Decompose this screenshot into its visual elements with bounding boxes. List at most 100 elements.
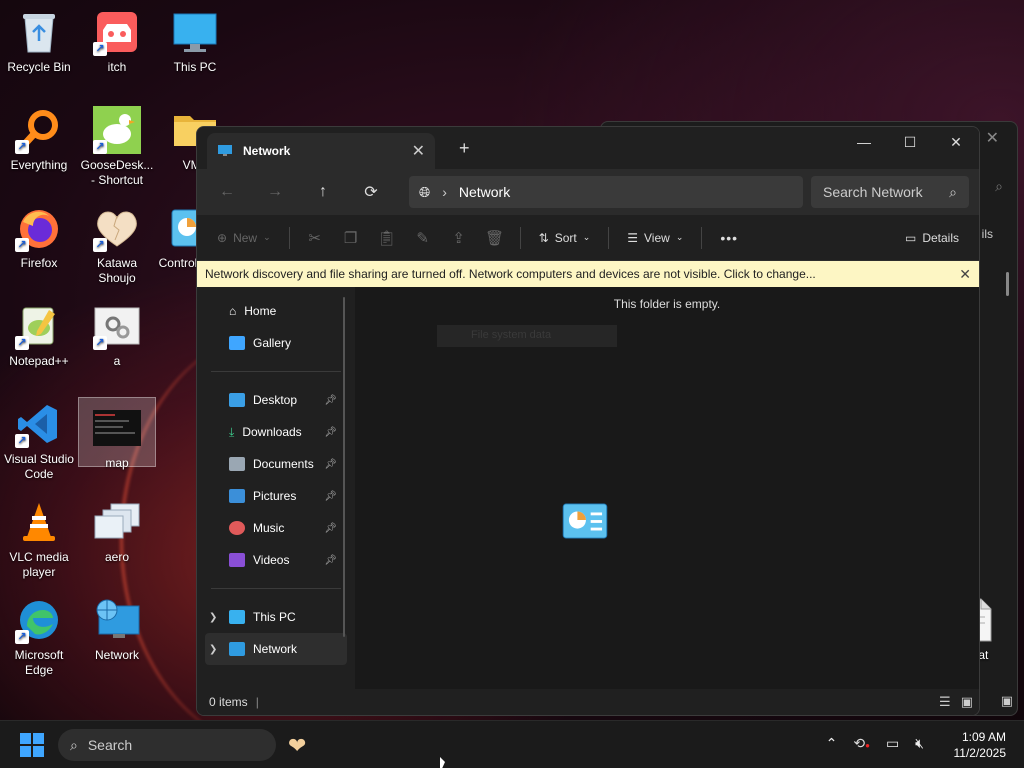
chevron-down-icon: ⌄ xyxy=(582,232,591,242)
file-list-area[interactable]: This folder is empty. File system data xyxy=(355,287,979,689)
globe-icon: 🌐︎ xyxy=(419,183,431,200)
desktop-icon-a[interactable]: ↗ a xyxy=(78,302,156,369)
pictures-icon xyxy=(229,489,245,503)
pin-icon[interactable]: 📌︎ xyxy=(324,427,337,438)
address-bar[interactable]: 🌐︎ › Network xyxy=(409,176,803,208)
sidebar-item-music[interactable]: Music 📌︎ xyxy=(197,512,355,544)
start-windows-icon[interactable] xyxy=(20,733,44,757)
sidebar-item-videos[interactable]: Videos 📌︎ xyxy=(197,544,355,576)
minimize-icon[interactable]: — xyxy=(841,127,887,157)
pin-icon[interactable]: 📌︎ xyxy=(324,523,337,534)
up-arrow-icon[interactable]: ↑ xyxy=(303,176,343,208)
new-tab-icon[interactable]: + xyxy=(459,138,470,159)
desktop-icon-edge[interactable]: ↗ Microsoft Edge xyxy=(0,596,78,678)
navigation-bar: ← → ↑ ⟳ 🌐︎ › Network Search Network ⌕ xyxy=(197,169,979,215)
sidebar-item-network[interactable]: ❯ Network xyxy=(205,633,347,665)
address-path[interactable]: Network xyxy=(459,184,510,200)
rename-icon[interactable]: ✎ xyxy=(408,222,438,254)
chevron-right-icon[interactable]: ❯ xyxy=(209,612,217,623)
update-icon[interactable]: ⟲● xyxy=(853,735,870,752)
forward-arrow-icon[interactable]: → xyxy=(255,176,295,208)
vscode-icon: ↗ xyxy=(15,400,63,448)
clock-date: 11/2/2025 xyxy=(953,746,1007,760)
sort-button[interactable]: ⇅ Sort ⌄ xyxy=(531,222,599,254)
sidebar-item-documents[interactable]: Documents 📌︎ xyxy=(197,448,355,480)
background-close-icon[interactable]: ✕ xyxy=(986,128,999,148)
command-bar: ⊕ New ⌄ ✂ ❐ 📋︎ ✎ ⇪ 🗑︎ ⇅ Sort ⌄ ☰ View ⌄ … xyxy=(197,215,979,261)
chevron-up-icon[interactable]: ⌃ xyxy=(826,735,838,752)
chevron-right-icon[interactable]: ❯ xyxy=(209,644,217,655)
desktop-icon-label: Everything xyxy=(10,158,68,172)
close-icon[interactable]: ✕ xyxy=(933,127,979,157)
file-explorer-window[interactable]: Network ✕ + — ☐ ✕ ← → ↑ ⟳ 🌐︎ › Network S… xyxy=(196,126,980,716)
cut-icon[interactable]: ✂ xyxy=(300,222,330,254)
refresh-icon[interactable]: ⟳ xyxy=(351,176,391,208)
katawa-shoujo-taskbar-icon[interactable]: ❤ xyxy=(288,733,306,759)
share-icon[interactable]: ⇪ xyxy=(444,222,474,254)
tab-network[interactable]: Network ✕ xyxy=(207,133,435,169)
desktop-icon-itch[interactable]: ↗ itch xyxy=(78,8,156,75)
nav-scrollbar[interactable] xyxy=(343,297,345,637)
sidebar-item-gallery[interactable]: Gallery xyxy=(197,327,355,359)
sidebar-item-desktop[interactable]: Desktop 📌︎ xyxy=(197,384,355,416)
maximize-icon[interactable]: ☐ xyxy=(887,127,933,157)
chevron-right-icon[interactable]: › xyxy=(442,184,447,200)
pin-icon[interactable]: 📌︎ xyxy=(324,395,337,406)
sidebar-item-pictures[interactable]: Pictures 📌︎ xyxy=(197,480,355,512)
copy-icon[interactable]: ❐ xyxy=(336,222,366,254)
background-details-label[interactable]: ils xyxy=(982,227,993,241)
chevron-down-icon: ⌄ xyxy=(263,232,271,242)
sidebar-item-this-pc[interactable]: ❯ This PC xyxy=(197,601,355,633)
desktop-icon-network[interactable]: Network xyxy=(78,596,156,663)
sidebar-item-home[interactable]: ⌂ Home xyxy=(197,295,355,327)
close-tab-icon[interactable]: ✕ xyxy=(412,141,425,161)
network-discovery-infobar[interactable]: Network discovery and file sharing are t… xyxy=(197,261,979,287)
delete-icon[interactable]: 🗑︎ xyxy=(480,222,510,254)
infobar-text[interactable]: Network discovery and file sharing are t… xyxy=(205,267,816,281)
details-button[interactable]: ▭ Details xyxy=(897,222,967,254)
pin-icon[interactable]: 📌︎ xyxy=(324,491,337,502)
desktop-icon-firefox[interactable]: ↗ Firefox xyxy=(0,204,78,271)
desktop-icon-goosedesktop[interactable]: ↗ GooseDesk... - Shortcut xyxy=(78,106,156,188)
back-arrow-icon[interactable]: ← xyxy=(207,176,247,208)
paste-icon[interactable]: 📋︎ xyxy=(372,222,402,254)
dragged-control-panel-icon[interactable] xyxy=(561,503,609,539)
close-infobar-icon[interactable]: ✕ xyxy=(959,266,971,283)
desktop-icon-katawa-shoujo[interactable]: ↗ Katawa Shoujo xyxy=(78,204,156,286)
new-button[interactable]: ⊕ New ⌄ xyxy=(209,222,279,254)
desktop-icon-vlc[interactable]: VLC media player xyxy=(0,498,78,580)
background-scrollbar[interactable] xyxy=(1006,272,1009,296)
clock[interactable]: 1:09 AM 11/2/2025 xyxy=(954,729,1007,761)
more-options-button[interactable]: ••• xyxy=(712,222,746,254)
goose-icon: ↗ xyxy=(93,106,141,154)
view-button[interactable]: ☰ View ⌄ xyxy=(619,222,691,254)
documents-icon xyxy=(229,457,245,471)
taskbar-search[interactable]: ⌕ Search xyxy=(58,729,276,761)
shortcut-arrow-icon: ↗ xyxy=(93,140,107,154)
shortcut-arrow-icon: ↗ xyxy=(15,238,29,252)
sidebar-item-label: Pictures xyxy=(253,489,297,503)
background-view-icon[interactable]: ▣ xyxy=(1001,693,1013,709)
desktop-icon-vscode[interactable]: ↗ Visual Studio Code xyxy=(0,400,78,482)
tab-title: Network xyxy=(243,144,291,158)
search-input[interactable]: Search Network ⌕ xyxy=(811,176,969,208)
desktop-icon-map[interactable]: map xyxy=(78,397,156,470)
tiles-view-icon[interactable]: ▣ xyxy=(961,694,973,710)
navigation-pane: ⌂ Home Gallery Desktop 📌︎ ⤓ Downloads 📌︎… xyxy=(197,287,355,689)
desktop-icon-recycle-bin[interactable]: Recycle Bin xyxy=(0,8,78,75)
sidebar-item-downloads[interactable]: ⤓ Downloads 📌︎ xyxy=(197,416,355,448)
desktop-icon-notepadpp[interactable]: ↗ Notepad++ xyxy=(0,302,78,369)
pin-icon[interactable]: 📌︎ xyxy=(324,555,337,566)
details-view-icon[interactable]: ☰ xyxy=(939,694,951,710)
pin-icon[interactable]: 📌︎ xyxy=(324,459,337,470)
desktop-icon-this-pc[interactable]: This PC xyxy=(156,8,234,75)
desktop-icon-label: GooseDesk... - Shortcut xyxy=(80,158,154,187)
volume-muted-icon[interactable]: 🔇︎ xyxy=(915,735,924,752)
desktop-icon-everything[interactable]: ↗ Everything xyxy=(0,106,78,173)
network-status-icon[interactable]: ▭ xyxy=(886,735,899,752)
background-search-icon[interactable]: ⌕ xyxy=(995,178,1003,195)
title-bar[interactable]: Network ✕ + — ☐ ✕ xyxy=(197,127,979,169)
desktop-icon-aero[interactable]: aero xyxy=(78,498,156,565)
sidebar-item-label: Home xyxy=(244,304,277,318)
sidebar-item-label: Documents xyxy=(253,457,314,471)
